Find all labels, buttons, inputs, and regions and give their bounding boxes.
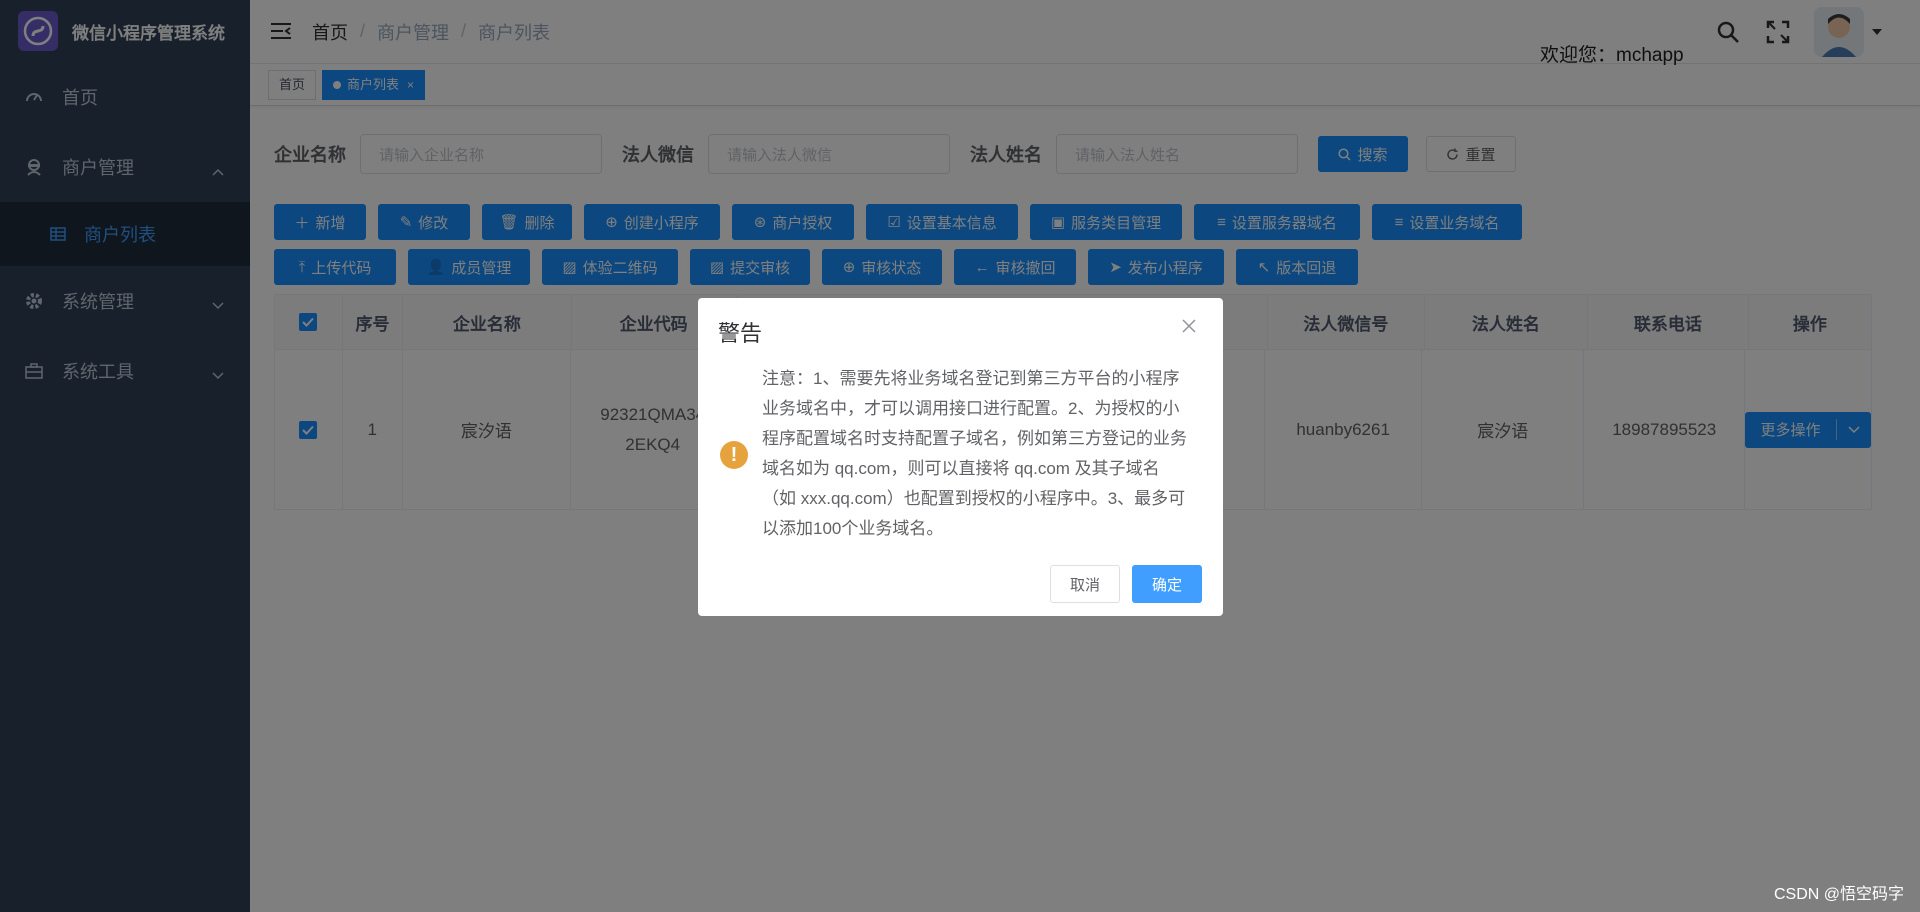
cancel-button[interactable]: 取消 xyxy=(1050,565,1120,603)
watermark: CSDN @悟空码字 xyxy=(1773,886,1904,903)
dialog-title: 警告 xyxy=(718,321,763,346)
warning-dialog: 警告 ! 注意：1、需要先将业务域名登记到第三方平台的小程序业务域名中，才可以调… xyxy=(698,298,1223,616)
warning-icon: ! xyxy=(720,441,748,469)
dialog-message: 注意：1、需要先将业务域名登记到第三方平台的小程序业务域名中，才可以调用接口进行… xyxy=(762,369,1187,538)
close-icon[interactable] xyxy=(1181,318,1201,338)
confirm-button[interactable]: 确定 xyxy=(1132,565,1202,603)
